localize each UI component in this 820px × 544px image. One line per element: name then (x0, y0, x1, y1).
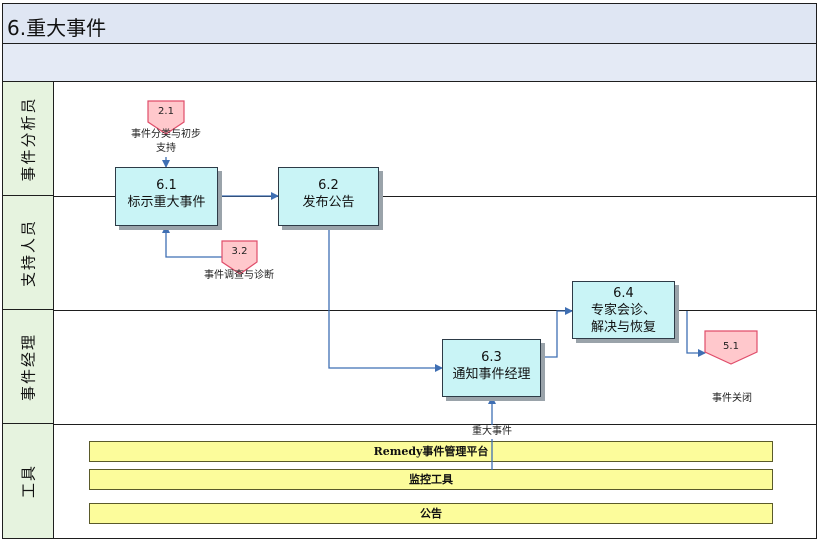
connector-2-1-number: 2.1 (158, 106, 174, 117)
process-number: 6.3 (481, 350, 502, 365)
process-label: 专家会诊、解决与恢复 (590, 303, 656, 335)
process-6-2: 6.2 发布公告 (278, 167, 379, 226)
arrow-6-3-to-6-4 (541, 307, 573, 358)
arrow-3-2-to-6-1 (162, 225, 222, 258)
process-number: 6.1 (156, 178, 177, 193)
flow-label-major-incident: 重大事件 (462, 425, 522, 439)
process-label: 标示重大事件 (127, 195, 206, 210)
process-label: 通知事件经理 (452, 367, 531, 382)
connector-3-2-label: 事件调查与诊断 (204, 270, 274, 281)
connector-3-2-number: 3.2 (231, 246, 248, 257)
flow-arrows (147, 100, 758, 470)
process-number: 6.4 (613, 286, 634, 301)
process-6-4: 6.4 专家会诊、解决与恢复 (572, 281, 675, 339)
process-number: 6.2 (318, 178, 339, 193)
connector-2-1-label: 事件分类与初步支持 (131, 129, 201, 154)
connector-5-1-label: 事件关闭 (712, 393, 752, 404)
connector-5-1-number: 5.1 (723, 341, 739, 352)
arrow-6-2-to-6-3 (328, 226, 443, 372)
process-6-1: 6.1 标示重大事件 (115, 167, 218, 226)
arrow-6-4-to-5-1 (686, 311, 706, 357)
process-6-3: 6.3 通知事件经理 (442, 339, 541, 397)
process-label: 发布公告 (302, 195, 355, 210)
